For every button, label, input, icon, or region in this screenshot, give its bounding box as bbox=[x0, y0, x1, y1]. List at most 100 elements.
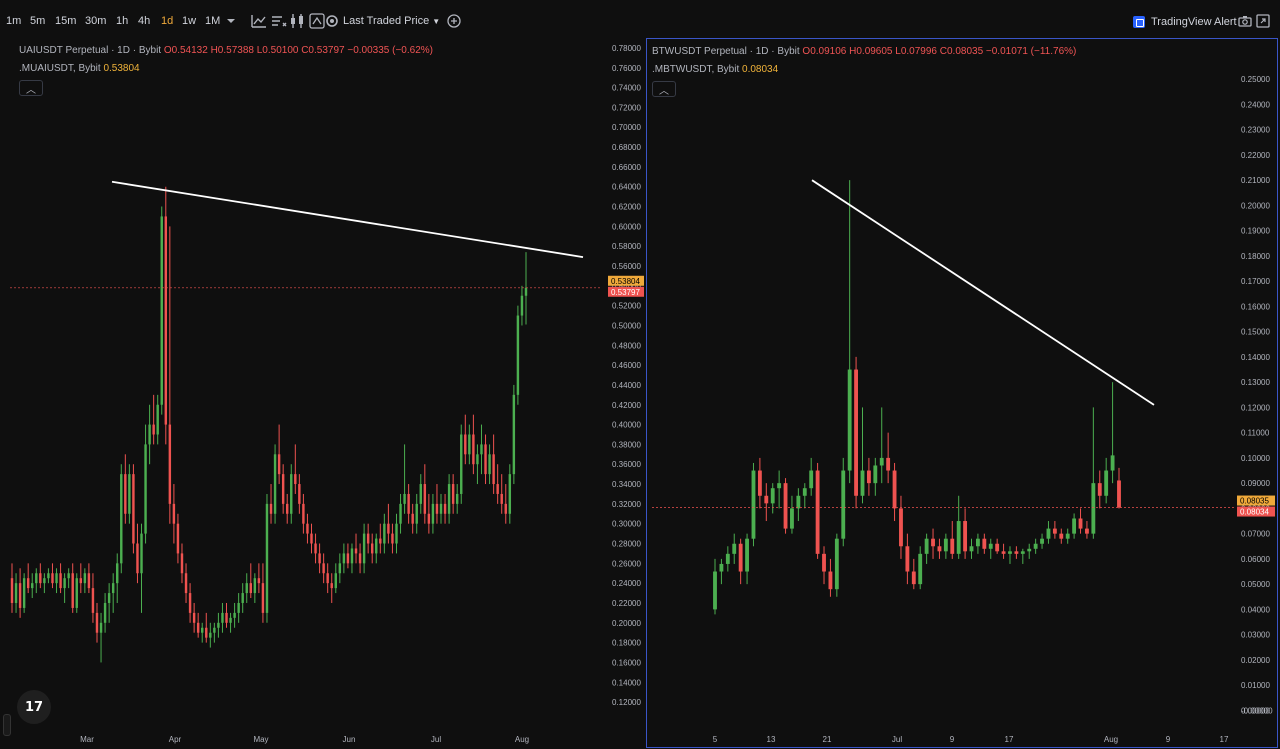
candle-body bbox=[111, 583, 115, 594]
y-tick-label: 0.04000 bbox=[1241, 605, 1270, 614]
x-tick-label: 21 bbox=[823, 735, 832, 744]
candle-body bbox=[354, 548, 358, 554]
timeframe-1d[interactable]: 1d bbox=[161, 15, 173, 27]
candle-body bbox=[205, 627, 208, 638]
candle-body bbox=[757, 470, 762, 496]
candle-body bbox=[751, 470, 756, 539]
candle-body bbox=[379, 538, 382, 544]
tradingview-alert-button[interactable]: TradingView Alert bbox=[1133, 14, 1237, 30]
candle-body bbox=[834, 538, 839, 590]
candle-body bbox=[918, 553, 923, 585]
tradingview-logo-icon[interactable]: 17 bbox=[17, 690, 51, 724]
y-tick-label: 0.26000 bbox=[612, 559, 641, 568]
candle-body bbox=[22, 578, 26, 608]
candle-body bbox=[87, 573, 91, 589]
candle-body bbox=[383, 523, 386, 544]
compare-icon[interactable] bbox=[288, 12, 306, 30]
candle-body bbox=[719, 563, 724, 572]
candle-body bbox=[241, 593, 244, 603]
y-tick-label: 0.46000 bbox=[612, 361, 641, 370]
indicators-icon[interactable] bbox=[270, 12, 288, 30]
y-tick-label: 0.48000 bbox=[612, 341, 641, 350]
candle-body bbox=[213, 627, 216, 633]
candle-body bbox=[63, 578, 66, 589]
mark-price-badge-text: 0.53804 bbox=[611, 277, 640, 286]
legend-main: UAIUSDT Perpetual · 1D · Bybit O0.54132 … bbox=[19, 45, 433, 56]
uaiusdt-candlestick-chart[interactable]: 0.78000 0.76000 0.74000 0.72000 0.70000 0.680… bbox=[0, 38, 644, 748]
legend-mark-value: 0.08034 bbox=[742, 64, 779, 75]
chart-pane-uaiusdt[interactable]: 0.78000 0.76000 0.74000 0.72000 0.70000 0.680… bbox=[0, 38, 644, 748]
candle-body bbox=[1085, 528, 1089, 534]
candle-body bbox=[51, 573, 54, 584]
y-tick-label: 0.68000 bbox=[612, 143, 641, 152]
candle-body bbox=[1052, 528, 1057, 534]
last-price-badge-text: 0.08034 bbox=[1240, 508, 1269, 517]
legend-mark: .MBTWUSDT, Bybit 0.08034 bbox=[652, 64, 778, 75]
timeframe-1h[interactable]: 1h bbox=[116, 15, 128, 27]
candle-body bbox=[346, 553, 350, 564]
x-tick-label: 5 bbox=[713, 735, 718, 744]
candle-body bbox=[391, 533, 394, 544]
candle-body bbox=[427, 513, 431, 524]
candle-body bbox=[937, 546, 942, 552]
btwusdt-candlestick-chart[interactable]: 0.25000 0.24000 0.23000 0.22000 0.21000 0.200… bbox=[647, 39, 1278, 748]
left-drawer-toggle[interactable] bbox=[3, 714, 11, 736]
timeframe-4h[interactable]: 4h bbox=[138, 15, 150, 27]
timeframe-30m[interactable]: 30m bbox=[85, 15, 106, 27]
timeframe-1M[interactable]: 1M bbox=[205, 15, 220, 27]
candle-body bbox=[516, 315, 520, 395]
candle-body bbox=[257, 578, 261, 584]
candle-body bbox=[209, 632, 212, 638]
candle-body bbox=[512, 394, 516, 475]
legend-collapse-button[interactable]: ︿ bbox=[652, 81, 676, 97]
chart-pane-btwusdt[interactable]: 0.25000 0.24000 0.23000 0.22000 0.21000 0.200… bbox=[646, 38, 1278, 748]
candle-body bbox=[221, 612, 224, 623]
candle-body bbox=[217, 622, 220, 628]
chevron-down-icon: ▼ bbox=[432, 17, 441, 26]
candle-body bbox=[520, 295, 524, 316]
candle-body bbox=[500, 493, 503, 504]
candle-body bbox=[472, 434, 475, 465]
candle-body bbox=[504, 503, 507, 514]
y-tick-label: -0.00000 bbox=[1241, 706, 1273, 715]
candle-body bbox=[1020, 551, 1025, 554]
legend-ohlc: O0.09106 H0.09605 L0.07996 C0.08035 −0.0… bbox=[802, 46, 1077, 57]
x-tick-label: May bbox=[253, 735, 268, 744]
legend-collapse-button[interactable]: ︿ bbox=[19, 80, 43, 96]
candle-body bbox=[269, 503, 273, 514]
timeframe-5m[interactable]: 5m bbox=[30, 15, 45, 27]
y-tick-label: 0.25000 bbox=[1241, 75, 1270, 84]
settings-gear-icon[interactable] bbox=[323, 12, 341, 30]
timeframe-15m[interactable]: 15m bbox=[55, 15, 76, 27]
timeframe-1w[interactable]: 1w bbox=[182, 15, 196, 27]
chart-type-icon[interactable] bbox=[250, 12, 268, 30]
y-tick-label: 0.16000 bbox=[612, 658, 641, 667]
candle-body bbox=[415, 503, 418, 524]
y-tick-label: 0.06000 bbox=[1241, 555, 1270, 564]
candle-body bbox=[116, 563, 119, 584]
mark-price-badge-text: 0.08035 bbox=[1240, 497, 1269, 506]
candle-body bbox=[330, 583, 333, 589]
price-source-select[interactable]: Last Traded Price ▼ bbox=[343, 15, 440, 27]
candle-body bbox=[443, 503, 447, 514]
candle-body bbox=[26, 578, 30, 589]
candle-body bbox=[91, 588, 95, 613]
y-tick-label: 0.18000 bbox=[612, 639, 641, 648]
fullscreen-icon[interactable] bbox=[1254, 12, 1272, 30]
candle-body bbox=[285, 503, 289, 514]
candle-body bbox=[358, 553, 362, 564]
candle-body bbox=[496, 484, 499, 494]
candle-body bbox=[237, 602, 240, 613]
candle-body bbox=[370, 543, 374, 554]
candle-body bbox=[950, 538, 955, 554]
candle-body bbox=[192, 612, 196, 623]
timeframe-dropdown-icon[interactable] bbox=[222, 12, 240, 30]
candle-body bbox=[847, 369, 852, 471]
timeframe-1m[interactable]: 1m bbox=[6, 15, 21, 27]
add-chart-icon[interactable] bbox=[445, 12, 463, 30]
candle-body bbox=[886, 457, 891, 471]
candle-body bbox=[725, 553, 730, 564]
candle-body bbox=[963, 521, 968, 552]
camera-icon[interactable] bbox=[1236, 12, 1254, 30]
trendline bbox=[811, 179, 1155, 406]
